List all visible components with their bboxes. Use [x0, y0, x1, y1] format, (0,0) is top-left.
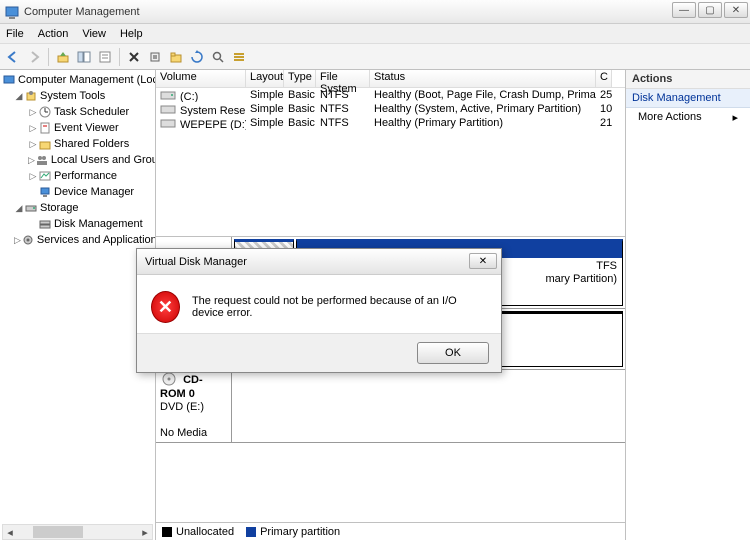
- tree-disk-management[interactable]: Disk Management: [0, 216, 155, 232]
- col-type[interactable]: Type: [284, 70, 316, 87]
- tree-event-viewer[interactable]: ▷ Event Viewer: [0, 120, 155, 136]
- disk-label: CD-ROM 0 DVD (E:) No Media: [156, 370, 232, 443]
- menubar: File Action View Help: [0, 24, 750, 44]
- expand-icon[interactable]: ▷: [28, 139, 38, 150]
- show-hide-tree-icon[interactable]: [75, 48, 93, 66]
- expand-icon[interactable]: ▷: [28, 171, 38, 182]
- toolbar: [0, 44, 750, 70]
- folder-icon[interactable]: [167, 48, 185, 66]
- legend-primary: Primary partition: [246, 526, 340, 538]
- collapse-icon[interactable]: ◢: [14, 203, 24, 214]
- volume-row[interactable]: (C:) Simple Basic NTFS Healthy (Boot, Pa…: [156, 88, 625, 102]
- volume-row[interactable]: WEPEPE (D:) Simple Basic NTFS Healthy (P…: [156, 116, 625, 130]
- maximize-button[interactable]: ▢: [698, 2, 722, 18]
- tree-storage[interactable]: ◢ Storage: [0, 200, 155, 216]
- menu-action[interactable]: Action: [38, 28, 69, 40]
- error-icon: ✕: [151, 291, 180, 323]
- menu-file[interactable]: File: [6, 28, 24, 40]
- tree-task-scheduler[interactable]: ▷ Task Scheduler: [0, 104, 155, 120]
- tree-services-apps[interactable]: ▷ Services and Applications: [0, 232, 155, 248]
- actions-disk-management[interactable]: Disk Management: [626, 89, 750, 108]
- legend-unallocated: Unallocated: [162, 526, 234, 538]
- legend-swatch-black: [162, 527, 172, 537]
- drive-icon: [160, 117, 180, 130]
- expand-icon[interactable]: ▷: [28, 155, 35, 166]
- tree-root[interactable]: Computer Management (Local: [0, 72, 155, 88]
- scroll-right-icon[interactable]: ▸: [138, 525, 152, 539]
- actions-header: Actions: [626, 70, 750, 89]
- collapse-icon[interactable]: ◢: [14, 91, 24, 102]
- dialog-close-button[interactable]: ✕: [469, 253, 497, 269]
- tree-performance[interactable]: ▷ Performance: [0, 168, 155, 184]
- disk-row[interactable]: CD-ROM 0 DVD (E:) No Media: [156, 370, 625, 444]
- forward-icon[interactable]: [25, 48, 43, 66]
- col-filesystem[interactable]: File System: [316, 70, 370, 87]
- scroll-left-icon[interactable]: ◂: [3, 525, 17, 539]
- col-layout[interactable]: Layout: [246, 70, 284, 87]
- app-icon: [4, 4, 20, 20]
- back-icon[interactable]: [4, 48, 22, 66]
- refresh-icon[interactable]: [188, 48, 206, 66]
- window-title: Computer Management: [24, 6, 140, 18]
- ok-button[interactable]: OK: [417, 342, 489, 364]
- volume-list-header: Volume Layout Type File System Status C: [156, 70, 625, 88]
- dialog-titlebar: Virtual Disk Manager ✕: [137, 249, 501, 275]
- window-titlebar: Computer Management — ▢ ✕: [0, 0, 750, 24]
- find-icon[interactable]: [209, 48, 227, 66]
- menu-view[interactable]: View: [82, 28, 106, 40]
- expand-icon[interactable]: ▷: [14, 235, 21, 246]
- chevron-right-icon: ▸: [732, 111, 738, 124]
- cdrom-icon: [160, 372, 180, 388]
- drive-icon: [160, 103, 180, 116]
- actions-more[interactable]: More Actions ▸: [626, 108, 750, 126]
- error-dialog: Virtual Disk Manager ✕ ✕ The request cou…: [136, 248, 502, 373]
- col-volume[interactable]: Volume: [156, 70, 246, 87]
- settings-icon[interactable]: [146, 48, 164, 66]
- tree-device-manager[interactable]: Device Manager: [0, 184, 155, 200]
- drive-icon: [160, 89, 180, 102]
- tree-pane: Computer Management (Local ◢ System Tool…: [0, 70, 156, 540]
- volume-row[interactable]: System Reserved Simple Basic NTFS Health…: [156, 102, 625, 116]
- expand-icon[interactable]: ▷: [28, 107, 38, 118]
- tree-shared-folders[interactable]: ▷ Shared Folders: [0, 136, 155, 152]
- delete-icon[interactable]: [125, 48, 143, 66]
- horizontal-scrollbar[interactable]: ◂ ▸: [2, 524, 153, 540]
- volume-list: (C:) Simple Basic NTFS Healthy (Boot, Pa…: [156, 88, 625, 236]
- tree-local-users[interactable]: ▷ Local Users and Groups: [0, 152, 155, 168]
- list-icon[interactable]: [230, 48, 248, 66]
- col-status[interactable]: Status: [370, 70, 596, 87]
- tree-system-tools[interactable]: ◢ System Tools: [0, 88, 155, 104]
- close-button[interactable]: ✕: [724, 2, 748, 18]
- scrollbar-thumb[interactable]: [33, 526, 83, 538]
- dialog-message: The request could not be performed becau…: [192, 295, 487, 319]
- actions-pane: Actions Disk Management More Actions ▸: [626, 70, 750, 540]
- col-capacity[interactable]: C: [596, 70, 612, 87]
- legend: Unallocated Primary partition: [156, 522, 625, 540]
- legend-swatch-blue: [246, 527, 256, 537]
- up-icon[interactable]: [54, 48, 72, 66]
- dialog-title: Virtual Disk Manager: [145, 256, 247, 268]
- properties-icon[interactable]: [96, 48, 114, 66]
- expand-icon[interactable]: ▷: [28, 123, 38, 134]
- menu-help[interactable]: Help: [120, 28, 143, 40]
- minimize-button[interactable]: —: [672, 2, 696, 18]
